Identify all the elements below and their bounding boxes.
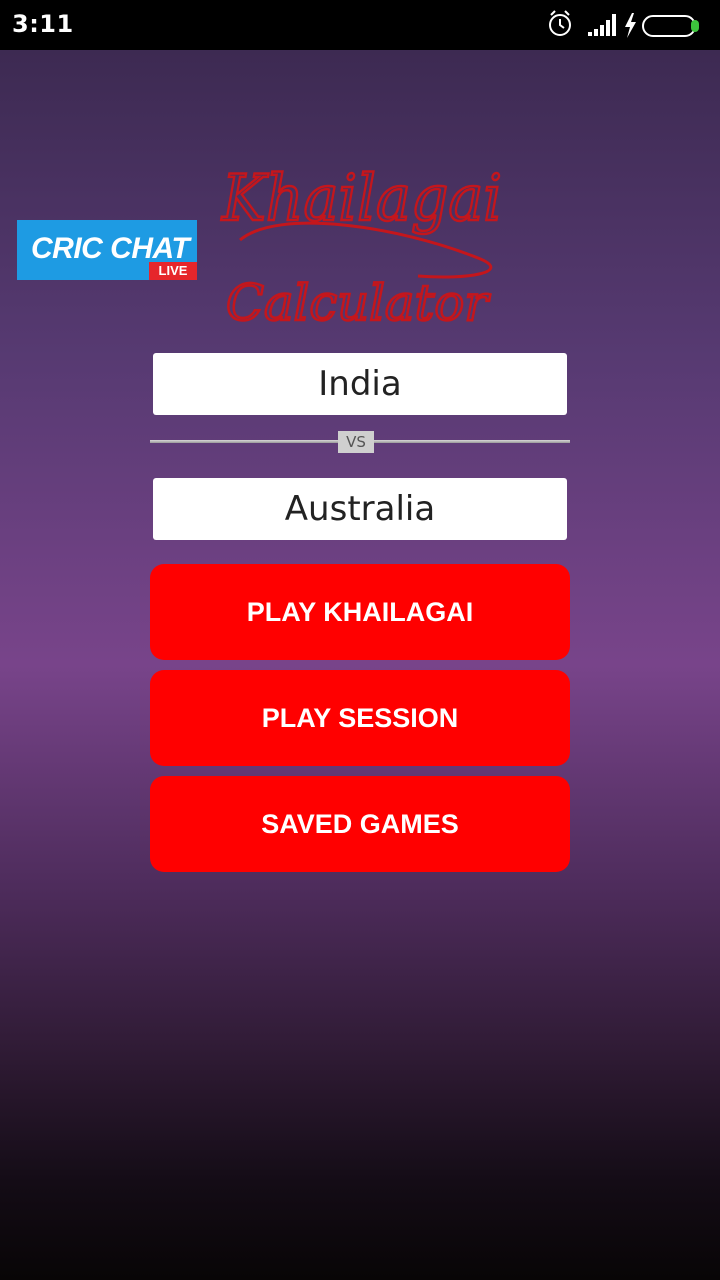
saved-games-button[interactable]: SAVED GAMES [150, 776, 570, 872]
logo-line-calculator: Calculator [226, 274, 491, 326]
charging-icon [625, 13, 636, 38]
battery-icon [642, 15, 699, 37]
vs-badge: VS [338, 431, 374, 453]
khailagai-calculator-logo: Khailagai Calculator [218, 148, 508, 326]
team-b-field[interactable]: Australia [153, 478, 567, 540]
alarm-icon [549, 10, 571, 36]
logo-line-khailagai: Khailagai [221, 162, 502, 236]
signal-icon [588, 14, 616, 36]
cric-chat-title: CRIC CHAT [31, 232, 190, 265]
play-session-button[interactable]: PLAY SESSION [150, 670, 570, 766]
team-a-field[interactable]: India [153, 353, 567, 415]
cric-chat-ad-banner[interactable]: CRIC CHAT LIVE [17, 220, 197, 280]
play-khailagai-button[interactable]: PLAY KHAILAGAI [150, 564, 570, 660]
status-time: 3:11 [12, 10, 74, 38]
status-bar: 3:11 [0, 0, 720, 50]
status-icons [548, 8, 710, 42]
live-badge: LIVE [149, 262, 197, 280]
